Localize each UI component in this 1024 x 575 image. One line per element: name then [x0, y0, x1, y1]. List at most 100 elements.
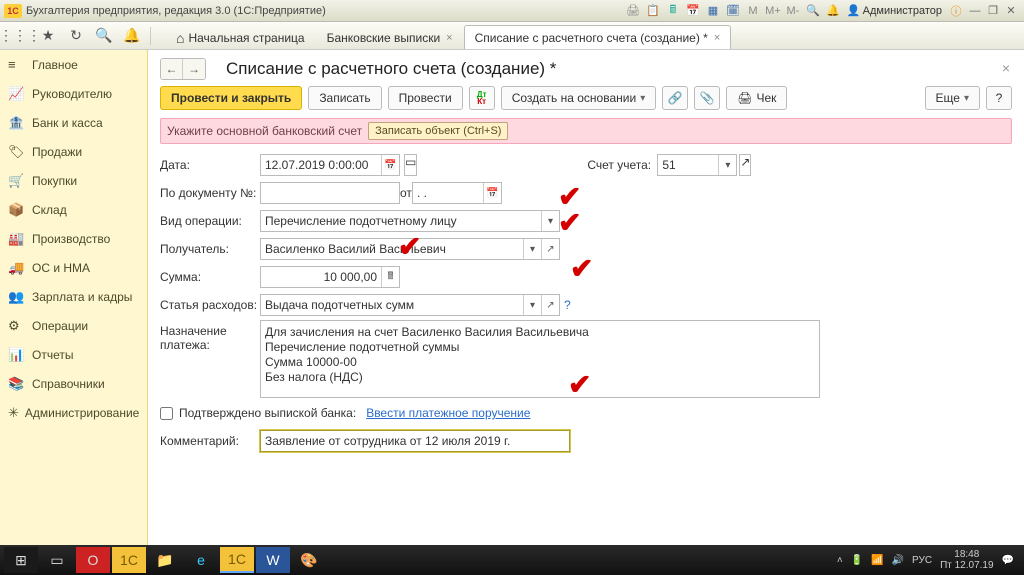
sidebar-item-payroll[interactable]: 👥Зарплата и кадры [0, 282, 147, 311]
search-icon[interactable]: 🔍 [805, 3, 821, 19]
star-icon[interactable]: ★ [36, 26, 60, 46]
taskbar-app-paint[interactable]: 🎨 [292, 547, 326, 573]
expense-help-icon[interactable]: ? [564, 298, 571, 312]
m-icon[interactable]: M [745, 3, 761, 19]
taskbar-app-opera[interactable]: O [76, 547, 110, 573]
tray-action-center-icon[interactable]: 💬 [1002, 555, 1014, 566]
taskbar-app-1c-active[interactable]: 1C [220, 547, 254, 573]
confirmed-checkbox[interactable] [160, 407, 173, 420]
chevron-down-icon[interactable]: ▾ [718, 155, 736, 175]
post-and-close-button[interactable]: Провести и закрыть [160, 86, 302, 110]
taskview-icon[interactable]: ▭ [40, 547, 74, 573]
open-ref-icon[interactable]: ↗ [541, 295, 559, 315]
sidebar-item-admin[interactable]: ✳Администрирование [0, 398, 147, 427]
tab-home[interactable]: Начальная страница [165, 25, 316, 49]
docnum-input[interactable] [260, 182, 400, 204]
info-icon[interactable]: ⓘ [948, 3, 964, 19]
post-button[interactable]: Провести [388, 86, 463, 110]
paste-icon[interactable]: 📋 [645, 3, 661, 19]
apps-icon[interactable]: ⋮⋮⋮ [8, 26, 32, 46]
calc-icon[interactable]: 🖩 [381, 267, 399, 287]
attach-button[interactable]: 📎 [694, 86, 720, 110]
sidebar-item-catalogs[interactable]: 📚Справочники [0, 369, 147, 398]
m-plus-icon[interactable]: M+ [765, 3, 781, 19]
nav-forward-icon[interactable]: → [183, 59, 205, 79]
sidebar-item-operations[interactable]: ⚙Операции [0, 311, 147, 340]
sidebar-item-manager[interactable]: 📈Руководителю [0, 79, 147, 108]
chevron-down-icon[interactable]: ▾ [523, 239, 541, 259]
history-icon[interactable]: ↻ [64, 26, 88, 46]
sidebar-item-purchases[interactable]: 🛒Покупки [0, 166, 147, 195]
optype-label: Вид операции: [160, 214, 260, 228]
window-minimize-icon[interactable]: — [966, 4, 984, 18]
planner-icon[interactable]: 🗓 [725, 3, 741, 19]
chevron-down-icon[interactable]: ▾ [541, 211, 559, 231]
sidebar-item-assets[interactable]: 🚚ОС и НМА [0, 253, 147, 282]
docnum-date-input[interactable]: . . 📅 [412, 182, 502, 204]
sidebar-item-production[interactable]: 🏭Производство [0, 224, 147, 253]
tray-wifi-icon[interactable]: 📶 [871, 555, 883, 566]
user-label[interactable]: Администратор [847, 4, 942, 17]
enter-payment-link[interactable]: Ввести платежное поручение [366, 406, 530, 420]
search-panel-icon[interactable]: 🔍 [92, 26, 116, 46]
sidebar-item-main[interactable]: ≡Главное [0, 50, 147, 79]
tab-current-doc[interactable]: Списание с расчетного счета (создание) *… [464, 25, 732, 49]
taskbar-app-ie[interactable]: e [184, 547, 218, 573]
calendar-icon[interactable]: 📅 [685, 3, 701, 19]
check-print-button[interactable]: 🖨 Чек [726, 86, 787, 110]
grid-icon[interactable]: ▦ [705, 3, 721, 19]
sidebar-item-warehouse[interactable]: 📦Склад [0, 195, 147, 224]
dk-movements-button[interactable]: ДтКт [469, 86, 495, 110]
window-restore-icon[interactable]: ❐ [984, 4, 1002, 18]
sum-label: Сумма: [160, 270, 260, 284]
calendar-picker-icon[interactable]: 📅 [381, 155, 399, 175]
m-minus-icon[interactable]: M- [785, 3, 801, 19]
purpose-textarea[interactable]: Для зачисления на счет Василенко Василия… [260, 320, 820, 398]
print-icon[interactable]: 🖨 [625, 3, 641, 19]
tray-sound-icon[interactable]: 🔊 [892, 555, 904, 566]
nav-arrows: ← → [160, 58, 206, 80]
page-title: Списание с расчетного счета (создание) * [226, 59, 556, 79]
payee-select[interactable]: Василенко Василий Васильевич ▾ ↗ [260, 238, 560, 260]
account-input[interactable]: 51 ▾ [657, 154, 737, 176]
expense-select[interactable]: Выдача подотчетных сумм ▾ ↗ [260, 294, 560, 316]
bell-icon[interactable]: 🔔 [825, 3, 841, 19]
calendar-picker-icon[interactable]: 📅 [483, 183, 501, 203]
tray-clock[interactable]: 18:48 Пт 12.07.19 [940, 549, 993, 571]
more-button[interactable]: Еще▾ [925, 86, 980, 110]
tray-battery-icon[interactable]: 🔋 [851, 555, 863, 566]
create-based-button[interactable]: Создать на основании▾ [501, 86, 657, 110]
notifications-icon[interactable]: 🔔 [120, 26, 144, 46]
taskbar-app-1c[interactable]: 1C [112, 547, 146, 573]
sum-input[interactable]: 10 000,00 🖩 [260, 266, 400, 288]
tray-up-icon[interactable]: ˄ [837, 555, 843, 566]
taskbar-app-explorer[interactable]: 📁 [148, 547, 182, 573]
open-ref-icon[interactable]: ↗ [541, 239, 559, 259]
form-close-icon[interactable]: × [1002, 60, 1010, 76]
close-icon[interactable]: × [714, 32, 720, 44]
taskbar-app-word[interactable]: W [256, 547, 290, 573]
close-icon[interactable]: × [446, 32, 452, 44]
optype-select[interactable]: Перечисление подотчетному лицу ▾ [260, 210, 560, 232]
start-button[interactable]: ⊞ [4, 547, 38, 573]
windows-taskbar: ⊞ ▭ O 1C 📁 e 1C W 🎨 ˄ 🔋 📶 🔊 РУС 18:48 Пт… [0, 545, 1024, 575]
docnum-from-label: от: [400, 186, 412, 200]
date-extra-button[interactable]: ▭ [404, 154, 417, 176]
structure-button[interactable]: 🔗 [662, 86, 688, 110]
tray-lang[interactable]: РУС [912, 555, 932, 566]
sidebar-item-reports[interactable]: 📊Отчеты [0, 340, 147, 369]
date-input[interactable]: 12.07.2019 0:00:00 📅 [260, 154, 400, 176]
save-button[interactable]: Записать [308, 86, 381, 110]
tab-bank-statements[interactable]: Банковские выписки× [316, 25, 464, 49]
account-open-button[interactable]: ↗ [739, 154, 751, 176]
calc-icon[interactable]: 🖩 [665, 3, 681, 19]
nav-back-icon[interactable]: ← [161, 59, 183, 79]
warning-missing-account: Укажите основной банковский счет Записат… [160, 118, 1012, 144]
chevron-down-icon[interactable]: ▾ [523, 295, 541, 315]
system-tray[interactable]: ˄ 🔋 📶 🔊 РУС 18:48 Пт 12.07.19 💬 [837, 549, 1020, 571]
comment-input[interactable]: Заявление от сотрудника от 12 июля 2019 … [260, 430, 570, 452]
window-close-icon[interactable]: ✕ [1002, 4, 1020, 18]
sidebar-item-sales[interactable]: 🏷Продажи [0, 137, 147, 166]
sidebar-item-bank[interactable]: 🏦Банк и касса [0, 108, 147, 137]
help-button[interactable]: ? [986, 86, 1012, 110]
